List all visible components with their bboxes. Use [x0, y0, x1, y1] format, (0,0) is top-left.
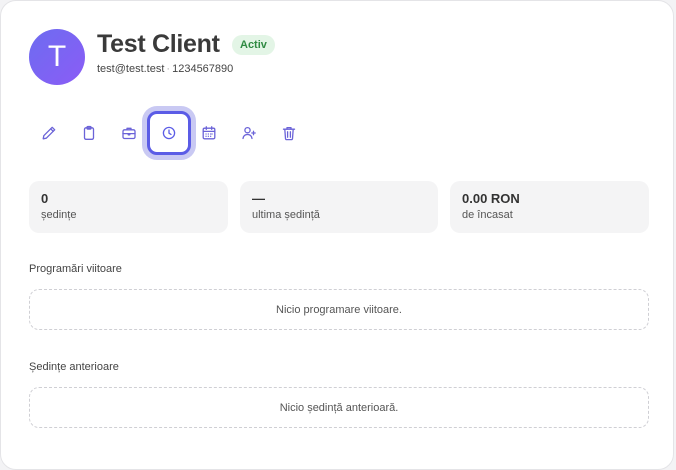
contact-separator: ·	[166, 63, 171, 75]
stat-value: 0	[41, 191, 49, 206]
trash-icon	[282, 126, 296, 141]
status-badge: Activ	[232, 35, 275, 55]
pencil-icon	[42, 126, 56, 140]
stat-value: 0.00 RON	[462, 191, 520, 206]
stat-label: ședințe	[41, 209, 77, 221]
upcoming-empty-state: Nicio programare viitoare.	[29, 289, 649, 330]
stat-label: de încasat	[462, 209, 513, 221]
upcoming-section-title: Programări viitoare	[29, 263, 122, 275]
past-empty-text: Nicio ședință anterioară.	[279, 401, 399, 414]
past-empty-state: Nicio ședință anterioară.	[29, 387, 649, 428]
avatar-letter: T	[47, 40, 67, 73]
notes-button[interactable]	[69, 111, 109, 155]
services-button[interactable]	[109, 111, 149, 155]
stat-last-session: — ultima ședință	[240, 181, 438, 233]
contact-info: test@test.test · 1234567890	[97, 62, 233, 76]
stat-sessions: 0 ședințe	[29, 181, 228, 233]
delete-button[interactable]	[269, 111, 309, 155]
avatar: T	[29, 29, 85, 85]
client-card: T Test Client Activ test@test.test · 12345…	[0, 0, 674, 470]
client-phone: 1234567890	[172, 63, 234, 75]
calendar-icon	[202, 126, 216, 140]
stat-amount-due: 0.00 RON de încasat	[450, 181, 649, 233]
edit-button[interactable]	[29, 111, 69, 155]
past-section-title: Ședințe anterioare	[29, 361, 119, 373]
briefcase-icon	[122, 127, 136, 140]
stat-value: —	[252, 191, 265, 206]
stat-label: ultima ședință	[252, 209, 320, 221]
client-name: Test Client	[97, 30, 220, 58]
schedule-button[interactable]	[189, 111, 229, 155]
user-plus-icon	[242, 126, 256, 140]
clipboard-icon	[83, 125, 95, 140]
assign-user-button[interactable]	[229, 111, 269, 155]
client-email: test@test.test	[97, 63, 165, 75]
upcoming-empty-text: Nicio programare viitoare.	[276, 303, 402, 316]
clock-icon	[162, 126, 176, 140]
history-button[interactable]	[147, 111, 191, 155]
